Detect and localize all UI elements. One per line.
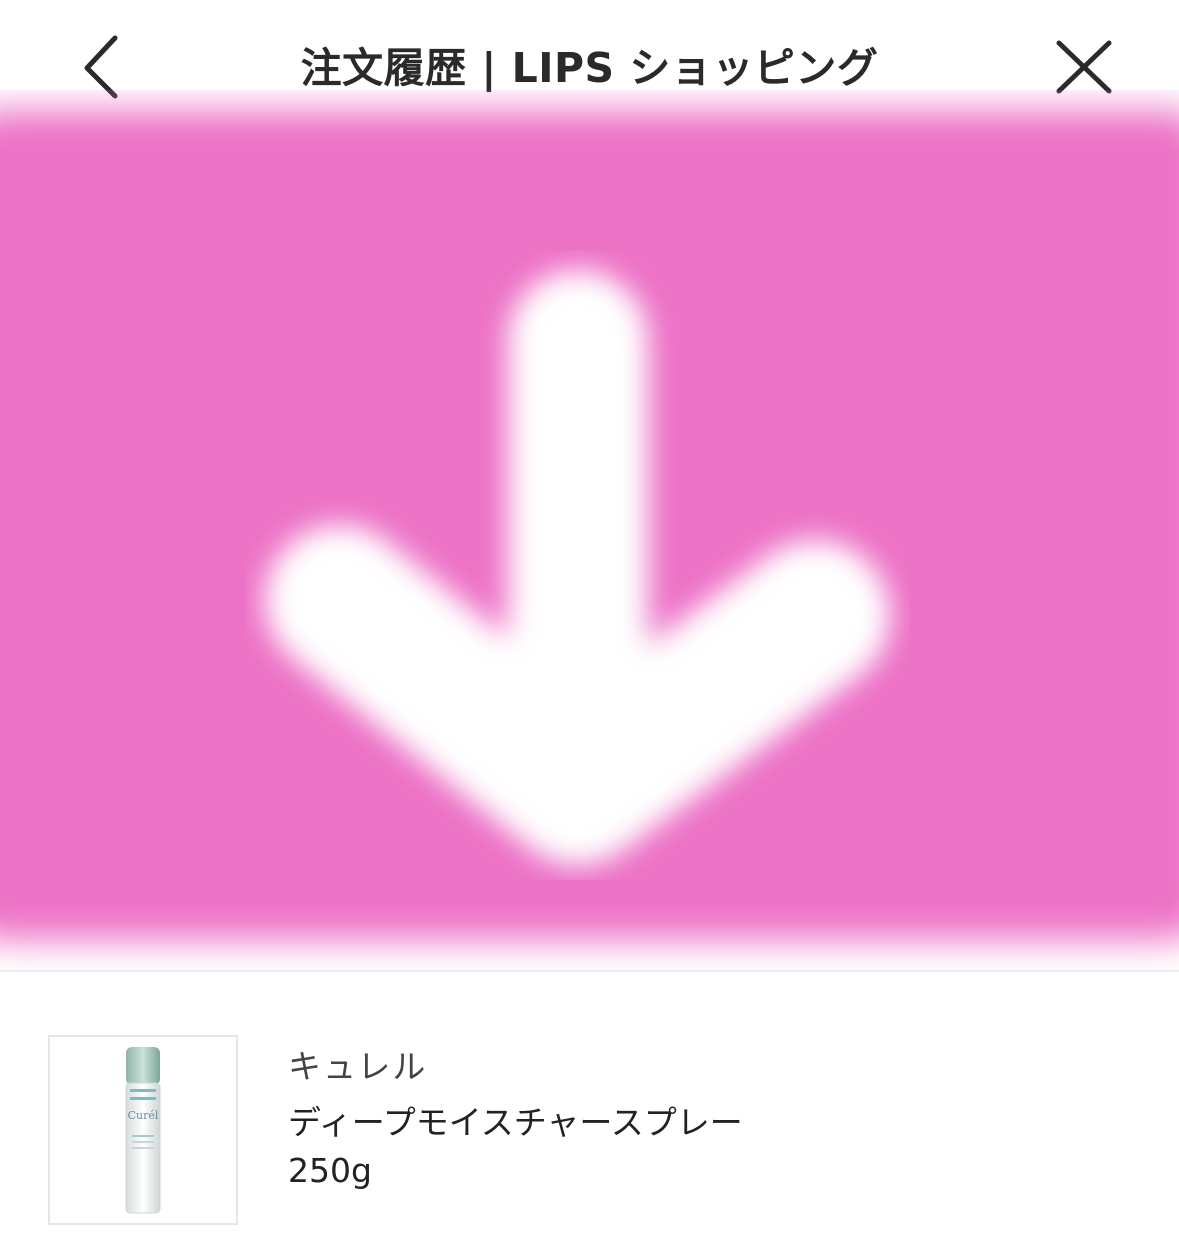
product-item[interactable]: Curél キュレル ディープモイスチャースプレー 250g — [0, 1000, 1179, 1244]
arrow-down-icon — [265, 270, 890, 865]
svg-text:Curél: Curél — [128, 1109, 159, 1122]
product-brand: キュレル — [288, 1047, 428, 1086]
page-title: 注文履歴 | LIPS ショッピング — [300, 44, 879, 92]
product-variant: 250g — [288, 1151, 372, 1190]
spray-bottle-icon: Curél — [125, 1047, 161, 1214]
divider — [0, 970, 1179, 972]
download-banner[interactable] — [0, 90, 1179, 970]
product-image: Curél — [48, 1035, 238, 1225]
product-name: ディープモイスチャースプレー — [288, 1103, 743, 1142]
